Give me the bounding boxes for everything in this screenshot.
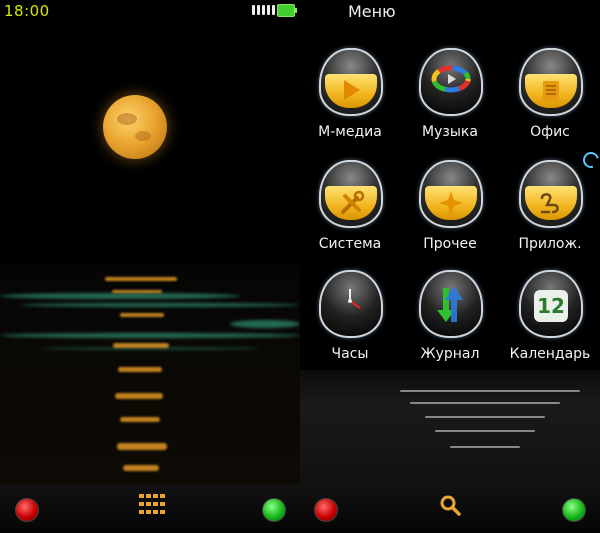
menu-title: Меню (348, 2, 396, 21)
calendar-icon: 12 (519, 270, 583, 338)
clock-icon (319, 270, 383, 338)
star-folder-icon (419, 160, 483, 228)
moon-wallpaper (103, 95, 167, 159)
app-m-media[interactable]: М-медиа (305, 48, 395, 158)
app-clock[interactable]: Часы (305, 270, 395, 380)
app-label: Прилож. (518, 236, 582, 252)
app-calendar[interactable]: 12 Календарь (505, 270, 595, 380)
battery-icon (277, 4, 297, 17)
media-folder-icon (319, 48, 383, 116)
night-sea-wallpaper (300, 370, 600, 485)
app-grid-icon[interactable] (139, 494, 165, 516)
app-label: М-медиа (318, 124, 382, 140)
search-icon[interactable] (439, 494, 461, 516)
app-other[interactable]: Прочее (405, 160, 495, 270)
apps-folder-icon (519, 160, 583, 228)
app-label: Система (318, 236, 382, 252)
tools-icon (319, 160, 383, 228)
signal-strength-icon (252, 5, 275, 15)
app-label: Журнал (420, 346, 480, 362)
app-office[interactable]: Офис (505, 48, 595, 158)
end-call-icon[interactable] (15, 498, 39, 522)
app-label: Часы (331, 346, 369, 362)
app-label: Музыка (422, 124, 478, 140)
end-call-icon[interactable] (314, 498, 338, 522)
app-label: Прочее (423, 236, 477, 252)
sea-wallpaper (0, 265, 300, 485)
music-disc-icon (419, 48, 483, 116)
office-document-icon (519, 48, 583, 116)
app-music[interactable]: Музыка (405, 48, 495, 158)
app-log[interactable]: Журнал (405, 270, 495, 380)
status-bar: 18:00 (0, 0, 300, 22)
call-icon[interactable] (262, 498, 286, 522)
calendar-day: 12 (534, 290, 568, 322)
call-icon[interactable] (562, 498, 586, 522)
menu-panel: Меню М-медиа Музыка Офис Система Прочее … (300, 0, 600, 533)
app-label: Календарь (509, 346, 591, 362)
app-applications[interactable]: Прилож. (505, 160, 595, 270)
log-arrows-icon (419, 270, 483, 338)
app-label: Офис (530, 124, 570, 140)
home-screen-panel: 18:00 (0, 0, 300, 533)
clock-time: 18:00 (4, 2, 50, 20)
app-system[interactable]: Система (305, 160, 395, 270)
